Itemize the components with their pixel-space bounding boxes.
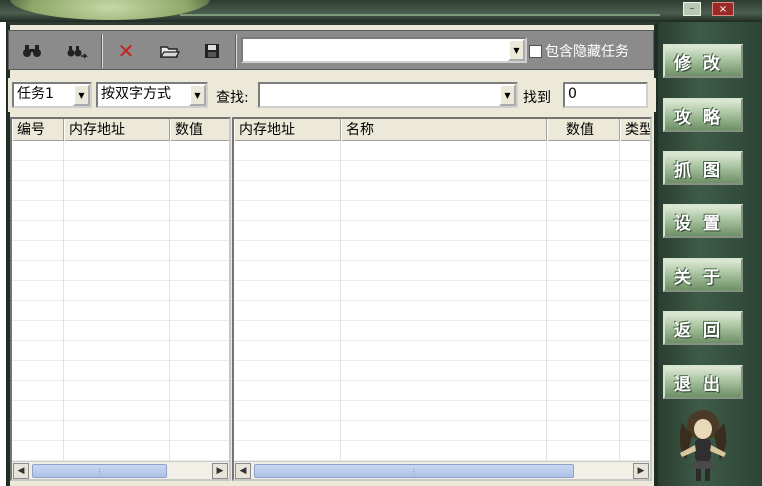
column-divider [340, 141, 341, 461]
chevron-down-icon[interactable]: ▼ [508, 39, 525, 61]
scroll-left-icon[interactable]: ◀ [13, 463, 29, 479]
history-combo[interactable]: ▼ [241, 37, 527, 63]
column-header-value[interactable]: 数值 [170, 119, 229, 141]
checkbox-box[interactable] [529, 44, 542, 58]
found-label: 找到 [523, 90, 551, 106]
found-count-field: 0 [563, 82, 648, 108]
skin-line [180, 14, 660, 16]
minimize-button[interactable]: – [683, 2, 701, 16]
exit-button[interactable]: 退出 [663, 365, 743, 399]
hidden-task-label: 包含隐藏任务 [545, 44, 629, 60]
scroll-right-icon[interactable]: ▶ [633, 463, 649, 479]
app-window: – × ✕ ▼ 包含隐藏任务 任务1 ▼ 按双字方式 ▼ 查找: ▼ 找到 0 … [0, 0, 762, 486]
binoculars-icon[interactable] [19, 39, 45, 63]
table-body [12, 141, 229, 461]
delete-icon[interactable]: ✕ [113, 39, 139, 63]
save-icon[interactable] [199, 39, 225, 63]
skin-decoration [10, 0, 210, 20]
close-button[interactable]: × [712, 2, 734, 16]
find-input[interactable]: ▼ [258, 82, 518, 108]
table-header: 内存地址 名称 数值 类型 [234, 119, 650, 141]
guide-button[interactable]: 攻略 [663, 98, 743, 132]
horizontal-scrollbar[interactable]: ◀ ⋮ ▶ [234, 461, 650, 479]
search-row: 任务1 ▼ 按双字方式 ▼ 查找: ▼ 找到 0 [8, 78, 656, 112]
mode-select-value: 按双字方式 [101, 86, 171, 102]
mascot-image [679, 410, 727, 481]
back-button[interactable]: 返回 [663, 311, 743, 345]
scroll-left-icon[interactable]: ◀ [235, 463, 251, 479]
settings-button[interactable]: 设置 [663, 204, 743, 238]
open-folder-icon[interactable] [157, 39, 183, 63]
chevron-down-icon[interactable]: ▼ [73, 84, 90, 106]
task-select[interactable]: 任务1 ▼ [12, 82, 92, 108]
scroll-thumb[interactable]: ⋮ [254, 464, 574, 478]
find-label: 查找: [216, 90, 249, 106]
column-header-address[interactable]: 内存地址 [64, 119, 170, 141]
mode-select[interactable]: 按双字方式 ▼ [96, 82, 208, 108]
about-button[interactable]: 关于 [663, 258, 743, 292]
modify-button[interactable]: 修改 [663, 44, 743, 78]
title-bar: – × [0, 0, 762, 22]
table-body [234, 141, 650, 461]
toolbar-separator [101, 34, 103, 68]
column-header-value[interactable]: 数值 [547, 119, 620, 141]
scroll-thumb[interactable]: ⋮ [32, 464, 167, 478]
results-table-left[interactable]: 编号 内存地址 数值 ◀ ⋮ ▶ [10, 117, 231, 481]
scroll-right-icon[interactable]: ▶ [212, 463, 228, 479]
column-header-index[interactable]: 编号 [12, 119, 64, 141]
column-divider [63, 141, 64, 461]
column-header-type[interactable]: 类型 [620, 119, 650, 141]
hidden-task-checkbox[interactable]: 包含隐藏任务 [529, 41, 629, 61]
table-header: 编号 内存地址 数值 [12, 119, 229, 141]
column-divider [619, 141, 620, 461]
task-select-value: 任务1 [17, 86, 54, 102]
chevron-down-icon[interactable]: ▼ [499, 84, 516, 106]
capture-button[interactable]: 抓图 [663, 151, 743, 185]
column-divider [546, 141, 547, 461]
column-header-address[interactable]: 内存地址 [234, 119, 341, 141]
toolbar-separator [235, 34, 237, 68]
found-count-value: 0 [568, 86, 577, 102]
results-table-right[interactable]: 内存地址 名称 数值 类型 ◀ ⋮ ▶ [232, 117, 652, 481]
toolbar: ✕ ▼ 包含隐藏任务 [8, 30, 654, 70]
column-divider [169, 141, 170, 461]
chevron-down-icon[interactable]: ▼ [189, 84, 206, 106]
find-next-icon[interactable] [64, 39, 90, 63]
horizontal-scrollbar[interactable]: ◀ ⋮ ▶ [12, 461, 229, 479]
column-header-name[interactable]: 名称 [341, 119, 547, 141]
